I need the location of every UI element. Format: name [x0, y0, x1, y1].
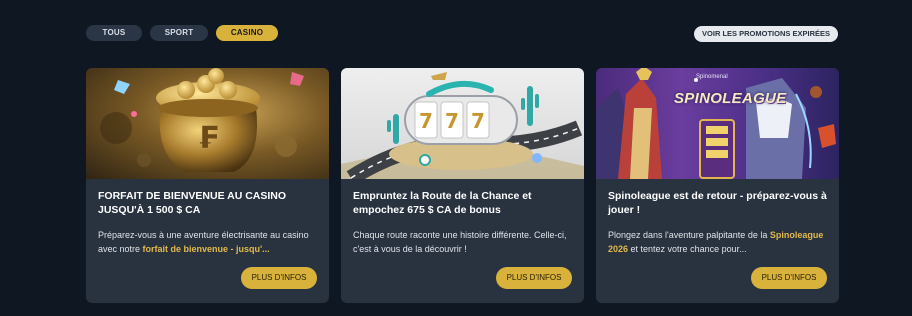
promo-card: 7 7 7 Empruntez la Route de la Chance et… [341, 68, 584, 303]
svg-text:7: 7 [471, 109, 485, 133]
route-slot-illustration: 7 7 7 [341, 72, 584, 179]
promo-card: ₣ FORFAIT DE BIENVENUE AU CASINO JUSQU'À… [86, 68, 329, 303]
promo-card-title: FORFAIT DE BIENVENUE AU CASINO JUSQU'À 1… [98, 190, 287, 216]
svg-text:7: 7 [445, 109, 459, 133]
filter-tab-casino[interactable]: CASINO [216, 25, 278, 41]
filter-tab-sport[interactable]: SPORT [150, 25, 208, 41]
svg-text:7: 7 [419, 109, 433, 133]
promo-filter-tabs: TOUS SPORT CASINO [86, 25, 278, 41]
promo-card-description: Chaque route raconte une histoire différ… [353, 230, 567, 254]
more-info-button[interactable]: PLUS D'INFOS [241, 267, 317, 289]
promo-card: Spinomenal SPINOLEAGUE Spinoleague est d… [596, 68, 839, 303]
svg-text:₣: ₣ [198, 121, 219, 156]
promo-card-link[interactable]: forfait de bienvenue - jusqu'... [143, 244, 270, 254]
spinoleague-logo: SPINOLEAGUE [674, 90, 787, 107]
provider-brand-label: Spinomenal [696, 74, 728, 80]
more-info-button[interactable]: PLUS D'INFOS [496, 267, 572, 289]
view-expired-promotions-button[interactable]: VOIR LES PROMOTIONS EXPIRÉES [694, 26, 838, 42]
promo-card-title: Spinoleague est de retour - préparez-vou… [608, 190, 827, 216]
promo-card-title: Empruntez la Route de la Chance et empoc… [353, 190, 532, 216]
spinoleague-image[interactable]: Spinomenal SPINOLEAGUE [596, 68, 839, 179]
more-info-button[interactable]: PLUS D'INFOS [751, 267, 827, 289]
route-slot-image[interactable]: 7 7 7 [341, 68, 584, 179]
gold-pot-illustration: ₣ [100, 68, 304, 172]
promo-card-description: Plongez dans l'aventure palpitante de la… [608, 230, 824, 254]
filter-tab-tous[interactable]: TOUS [86, 25, 142, 41]
spinoleague-illustration [596, 68, 836, 179]
promotion-cards: ₣ FORFAIT DE BIENVENUE AU CASINO JUSQU'À… [86, 68, 839, 303]
promo-card-description: Préparez-vous à une aventure électrisant… [98, 230, 309, 254]
gold-pot-image[interactable]: ₣ [86, 68, 329, 179]
